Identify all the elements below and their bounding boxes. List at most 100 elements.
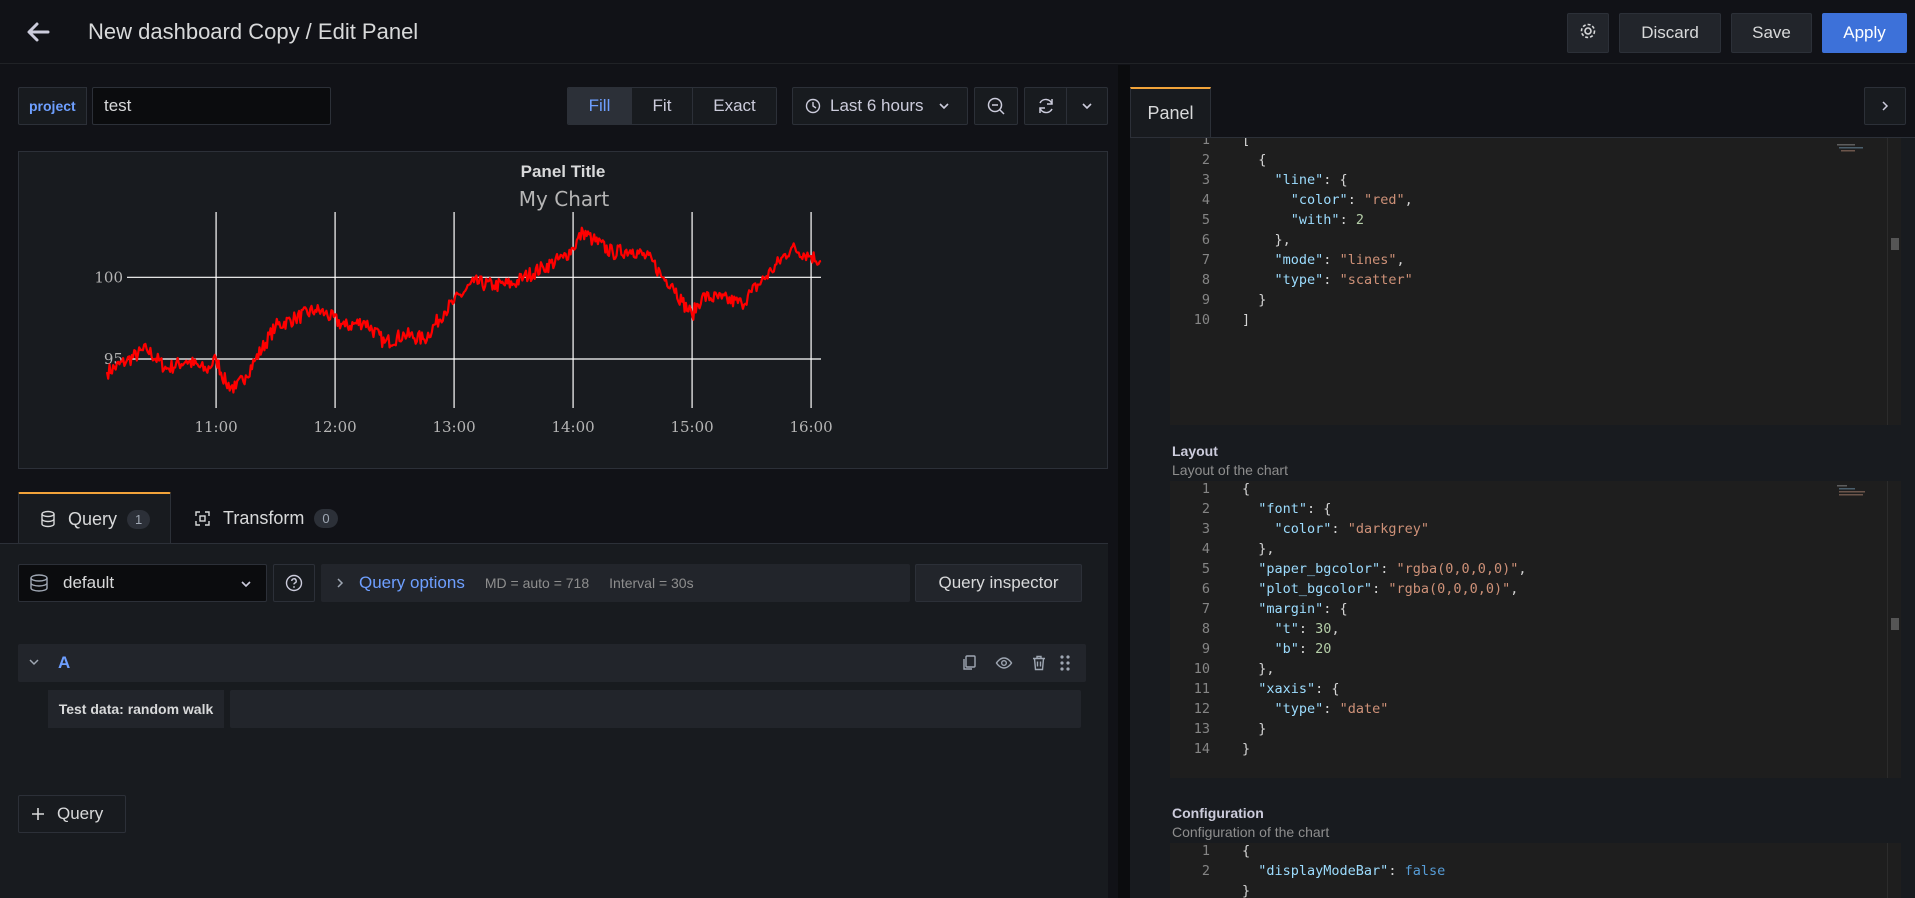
save-button[interactable]: Save (1731, 13, 1812, 53)
line-number: 7 (1201, 601, 1210, 617)
code-line: "margin": { (1258, 601, 1348, 617)
line-number: 9 (1201, 641, 1210, 657)
view-mode-fit[interactable]: Fit (632, 88, 693, 124)
refresh-interval-dropdown[interactable] (1067, 88, 1107, 124)
code-line: "displayModeBar": false (1258, 863, 1446, 879)
chart-series-line (105, 226, 822, 394)
editor-minimap[interactable] (1837, 142, 1865, 152)
datasource-name: default (63, 573, 115, 592)
question-circle-icon (285, 574, 303, 592)
query-inspector-button[interactable]: Query inspector (915, 564, 1082, 602)
tab-transform[interactable]: Transform 0 (194, 492, 354, 544)
code-line: ] (1242, 312, 1251, 328)
line-number: 7 (1201, 252, 1210, 268)
x-tick-label: 13:00 (432, 418, 475, 436)
x-tick-label: 11:00 (194, 418, 237, 436)
query-options-bar[interactable]: Query options MD = auto = 718 Interval =… (321, 564, 910, 602)
chevron-right-icon (1880, 100, 1890, 112)
scenario-input[interactable] (230, 690, 1081, 728)
time-range-label: Last 6 hours (830, 96, 924, 115)
layout-code-editor[interactable]: 1 2 3 4 5 6 7 8 9 10 11 12 13 14 { "font… (1170, 481, 1901, 778)
line-number: 10 (1193, 661, 1210, 677)
panel-title: Panel Title (520, 162, 606, 181)
settings-button[interactable] (1567, 13, 1609, 53)
variable-input[interactable]: test (92, 87, 331, 125)
x-tick-label: 12:00 (313, 418, 356, 436)
tab-transform-count: 0 (314, 508, 338, 528)
chevron-down-icon (29, 659, 39, 666)
scenario-label: Test data: random walk (48, 690, 224, 728)
code-line: }, (1242, 541, 1275, 557)
line-number: 1 (1201, 138, 1210, 148)
x-tick-label: 16:00 (789, 418, 832, 436)
pane-splitter[interactable] (1118, 65, 1130, 898)
clock-icon (805, 98, 821, 114)
line-number: 5 (1201, 561, 1210, 577)
refresh-group (1024, 87, 1108, 125)
view-mode-group: Fill Fit Exact (567, 87, 777, 125)
discard-button[interactable]: Discard (1619, 13, 1721, 53)
configuration-code-editor[interactable]: 1 2 { "displayModeBar": false } (1170, 843, 1901, 898)
tab-query-count: 1 (127, 509, 151, 529)
line-number: 6 (1201, 581, 1210, 597)
line-number: 4 (1201, 192, 1210, 208)
tab-panel[interactable]: Panel (1130, 87, 1211, 137)
drag-handle-icon[interactable] (1058, 654, 1072, 672)
zoom-out-button[interactable] (974, 87, 1018, 125)
top-bar: New dashboard Copy / Edit Panel Discard … (0, 0, 1915, 64)
refresh-button[interactable] (1025, 88, 1067, 124)
apply-button[interactable]: Apply (1822, 13, 1907, 53)
eye-icon[interactable] (995, 654, 1013, 672)
tab-query[interactable]: Query 1 (18, 492, 171, 544)
time-range-picker[interactable]: Last 6 hours (792, 87, 968, 125)
line-number: 2 (1201, 863, 1210, 879)
duplicate-query-icon[interactable] (960, 654, 978, 672)
code-line: "xaxis": { (1258, 681, 1340, 697)
layout-section-description: Layout of the chart (1172, 462, 1288, 478)
editor-minimap[interactable] (1837, 485, 1865, 496)
line-number: 6 (1201, 232, 1210, 248)
back-arrow-icon[interactable] (24, 18, 52, 46)
line-number: 2 (1201, 152, 1210, 168)
editor-scrollbar[interactable] (1887, 481, 1901, 778)
line-number: 5 (1201, 212, 1210, 228)
line-chart: My Chart 11:00 12:00 13:00 14:00 15:00 16:009… (94, 187, 832, 436)
line-number: 9 (1201, 292, 1210, 308)
transform-icon (194, 510, 211, 527)
code-line: }, (1242, 232, 1291, 248)
line-number: 12 (1193, 701, 1210, 717)
code-line: "font": { (1258, 501, 1332, 517)
line-number: 11 (1193, 681, 1210, 697)
code-line: } (1242, 883, 1251, 898)
editor-scrollbar[interactable] (1887, 138, 1901, 425)
code-line: } (1242, 721, 1267, 737)
add-query-label: Query (57, 804, 104, 823)
collapse-query-button[interactable] (28, 656, 40, 668)
options-pane: Panel 1 2 3 4 5 6 7 8 9 10 [ { "line": { (1130, 65, 1915, 898)
y-tick-label: 100 (94, 268, 123, 286)
line-number: 8 (1201, 621, 1210, 637)
variable-label: project (18, 87, 87, 125)
line-number: 13 (1193, 721, 1210, 737)
view-mode-exact[interactable]: Exact (693, 88, 776, 124)
zoom-out-icon (986, 96, 1006, 116)
panel-preview: Panel Title My Chart 11:00 12:00 13:00 14:0… (18, 151, 1108, 469)
x-tick-label: 15:00 (670, 418, 713, 436)
add-query-button[interactable]: Query (18, 795, 126, 833)
trash-icon[interactable] (1030, 654, 1048, 672)
chevron-down-icon (1081, 100, 1093, 112)
line-number: 14 (1193, 741, 1210, 757)
query-ref-id[interactable]: A (58, 653, 70, 673)
collapse-options-button[interactable] (1864, 87, 1906, 125)
data-code-editor[interactable]: 1 2 3 4 5 6 7 8 9 10 [ { "line": { "colo… (1170, 138, 1901, 425)
layout-section-title: Layout (1172, 443, 1218, 459)
datasource-help-button[interactable] (273, 564, 315, 602)
view-mode-fill[interactable]: Fill (568, 88, 632, 124)
editor-scrollbar[interactable] (1887, 843, 1901, 898)
datasource-picker[interactable]: default (18, 564, 267, 602)
gear-icon (1579, 22, 1597, 45)
code-line: }, (1242, 661, 1275, 677)
chart-title: My Chart (519, 187, 610, 211)
refresh-icon (1036, 96, 1056, 116)
options-scroll-area[interactable]: 1 2 3 4 5 6 7 8 9 10 [ { "line": { "colo… (1130, 137, 1915, 898)
